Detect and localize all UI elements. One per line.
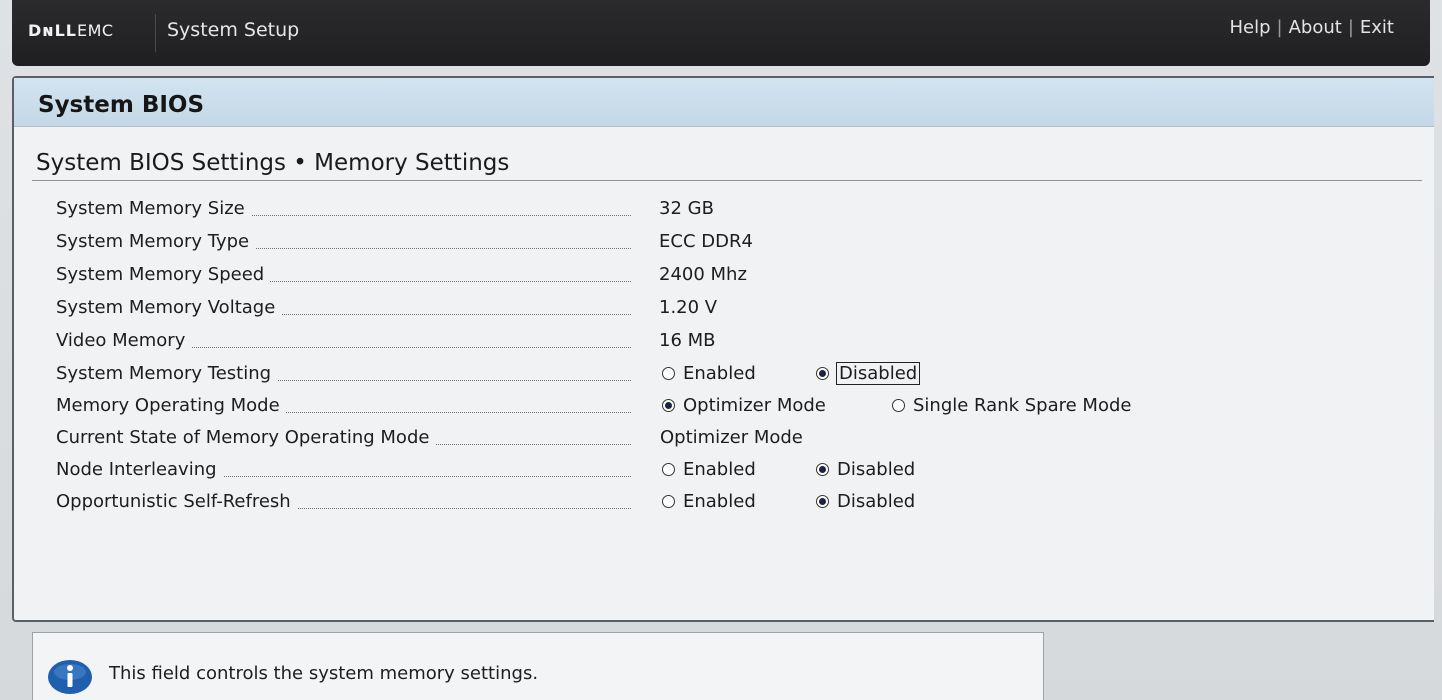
help-link[interactable]: Help — [1229, 17, 1270, 38]
setting-value: 2400 Mhz — [659, 264, 747, 285]
radio-label-focused: Disabled — [835, 362, 921, 385]
setting-row-system-memory-size: System Memory Size 32 GB — [56, 196, 1416, 226]
section-divider — [32, 180, 1422, 181]
dell-emc-logo: DɴLLEMC — [28, 21, 114, 40]
radio-label: Optimizer Mode — [683, 395, 826, 416]
brand-dell: DɴLL — [28, 21, 77, 40]
setting-label: Current State of Memory Operating Mode — [56, 427, 436, 448]
radio-single-rank-spare-mode[interactable]: Single Rank Spare Mode — [892, 395, 1131, 416]
radio-selected-icon — [662, 399, 675, 412]
setting-label: System Memory Type — [56, 231, 256, 252]
header-divider — [155, 14, 156, 52]
panel-header: System BIOS — [14, 78, 1434, 127]
setting-label: System Memory Speed — [56, 264, 271, 285]
top-links: Help | About | Exit — [1229, 17, 1394, 38]
radio-label: Disabled — [837, 459, 916, 480]
setting-label: Node Interleaving — [56, 459, 223, 480]
radio-label: Enabled — [683, 459, 756, 480]
setting-value: 1.20 V — [659, 297, 718, 318]
setting-row-system-memory-testing: System Memory Testing Enabled Disabled — [56, 361, 1416, 391]
radio-unselected-icon — [662, 367, 675, 380]
panel-title: System BIOS — [38, 92, 205, 118]
radio-memory-testing-disabled[interactable]: Disabled — [816, 362, 921, 385]
app-title: System Setup — [167, 19, 300, 41]
radio-self-refresh-disabled[interactable]: Disabled — [816, 491, 915, 512]
setting-row-opportunistic-self-refresh: Opportunistic Self-Refresh Enabled Disab… — [56, 489, 1416, 519]
radio-node-interleaving-enabled[interactable]: Enabled — [662, 459, 756, 480]
link-separator: | — [1347, 17, 1354, 38]
main-panel: System BIOS System BIOS Settings • Memor… — [12, 76, 1434, 622]
brand-emc: EMC — [76, 21, 114, 40]
info-icon — [48, 660, 92, 694]
exit-link[interactable]: Exit — [1360, 17, 1394, 38]
setting-row-memory-operating-mode: Memory Operating Mode Optimizer Mode Sin… — [56, 393, 1416, 423]
link-separator: | — [1276, 17, 1283, 38]
section-title: System BIOS Settings • Memory Settings — [36, 150, 510, 176]
setting-value: ECC DDR4 — [659, 231, 753, 252]
radio-memory-testing-enabled[interactable]: Enabled — [662, 363, 756, 384]
setting-label: Video Memory — [56, 330, 192, 351]
setting-label: System Memory Testing — [56, 363, 278, 384]
about-link[interactable]: About — [1289, 17, 1342, 38]
setting-row-system-memory-voltage: System Memory Voltage 1.20 V — [56, 295, 1416, 325]
radio-label: Enabled — [683, 363, 756, 384]
radio-selected-icon — [816, 463, 829, 476]
setting-value: 16 MB — [659, 330, 716, 351]
radio-label: Single Rank Spare Mode — [913, 395, 1132, 416]
radio-label: Enabled — [683, 491, 756, 512]
setting-row-system-memory-speed: System Memory Speed 2400 Mhz — [56, 262, 1416, 292]
system-setup-screen: DɴLLEMC System Setup Help | About | Exit Sys… — [0, 0, 1442, 700]
radio-unselected-icon — [662, 495, 675, 508]
radio-unselected-icon — [892, 399, 905, 412]
setting-label: System Memory Voltage — [56, 297, 282, 318]
setting-value: 32 GB — [659, 198, 714, 219]
setting-label: System Memory Size — [56, 198, 251, 219]
radio-self-refresh-enabled[interactable]: Enabled — [662, 491, 756, 512]
help-box: This field controls the system memory se… — [32, 632, 1044, 700]
help-text: This field controls the system memory se… — [109, 663, 539, 684]
setting-label: Memory Operating Mode — [56, 395, 286, 416]
radio-optimizer-mode[interactable]: Optimizer Mode — [662, 395, 826, 416]
top-header-bar: DɴLLEMC System Setup Help | About | Exit — [12, 0, 1430, 66]
radio-selected-icon — [816, 495, 829, 508]
setting-row-system-memory-type: System Memory Type ECC DDR4 — [56, 229, 1416, 259]
setting-label: Opportunistic Self-Refresh — [56, 491, 297, 512]
setting-row-node-interleaving: Node Interleaving Enabled Disabled — [56, 457, 1416, 487]
setting-row-current-state-memory-mode: Current State of Memory Operating Mode O… — [56, 425, 1416, 455]
setting-row-video-memory: Video Memory 16 MB — [56, 328, 1416, 358]
setting-value: Optimizer Mode — [660, 427, 803, 448]
radio-label: Disabled — [837, 491, 916, 512]
radio-selected-icon — [816, 367, 829, 380]
radio-node-interleaving-disabled[interactable]: Disabled — [816, 459, 915, 480]
radio-unselected-icon — [662, 463, 675, 476]
